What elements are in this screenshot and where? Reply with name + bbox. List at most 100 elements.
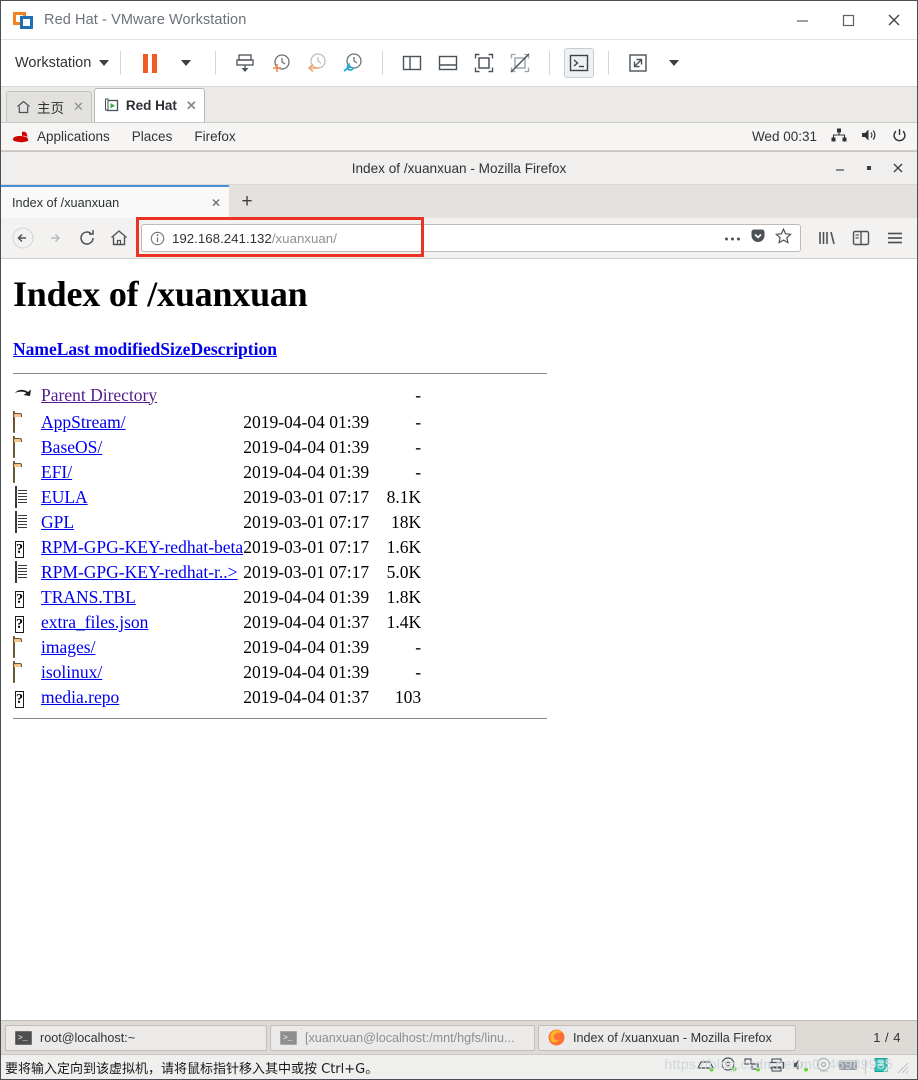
file-link[interactable]: RPM-GPG-KEY-redhat-r..>	[41, 562, 238, 582]
gnome-applications-menu[interactable]: Applications	[37, 129, 110, 144]
hard-disk-status-icon[interactable]	[697, 1058, 714, 1077]
volume-tray-icon[interactable]	[861, 128, 878, 145]
snapshot-manager-button[interactable]	[338, 48, 368, 78]
close-icon[interactable]: ✕	[211, 196, 221, 210]
gnome-clock[interactable]: Wed 00:31	[752, 129, 817, 144]
fullscreen-dropdown-button[interactable]	[659, 48, 689, 78]
ff-close-button[interactable]	[885, 155, 911, 181]
firefox-navigation-bar: 192.168.241.132/xuanxuan/	[1, 217, 917, 259]
hide-thumbnails-button[interactable]	[505, 48, 535, 78]
file-link[interactable]: RPM-GPG-KEY-redhat-beta	[41, 537, 243, 557]
take-snapshot-button[interactable]	[266, 48, 296, 78]
firefox-icon	[548, 1029, 565, 1046]
file-link[interactable]: TRANS.TBL	[41, 587, 136, 607]
browser-tab-index-of-xuanxuan[interactable]: Index of /xuanxuan ✕	[1, 185, 229, 218]
reload-icon	[80, 230, 94, 245]
taskbar-item-terminal-xuanxuan[interactable]: >_ [xuanxuan@localhost:/mnt/hgfs/linu...	[270, 1024, 535, 1051]
file-link[interactable]: isolinux/	[41, 662, 102, 682]
back-button[interactable]	[8, 223, 38, 253]
file-link[interactable]: extra_files.json	[41, 612, 148, 632]
forward-button[interactable]	[40, 223, 70, 253]
table-bottom-rule	[13, 718, 547, 719]
revert-snapshot-button[interactable]	[302, 48, 332, 78]
file-link[interactable]: Parent Directory	[41, 385, 157, 405]
suspend-button[interactable]	[135, 48, 165, 78]
keyboard-status-icon[interactable]	[838, 1058, 858, 1076]
firefox-title-bar: Index of /xuanxuan - Mozilla Firefox	[1, 152, 917, 185]
taskbar-item-terminal-root[interactable]: >_ root@localhost:~	[5, 1024, 267, 1051]
network-tray-icon[interactable]	[831, 128, 847, 145]
workstation-menu-button[interactable]: Workstation	[15, 55, 110, 71]
maximize-button[interactable]	[825, 1, 871, 39]
status-separator	[865, 1060, 866, 1074]
row-icon-cell	[13, 660, 41, 685]
resize-grip[interactable]	[896, 1061, 909, 1074]
row-date-cell: 2019-04-04 01:39	[243, 412, 370, 432]
workspace-indicator[interactable]: 1 / 4	[873, 1030, 913, 1045]
ff-minimize-button[interactable]	[827, 155, 853, 181]
close-button[interactable]	[871, 1, 917, 39]
power-tray-icon[interactable]	[892, 128, 907, 146]
column-header-name: Name	[13, 339, 57, 369]
arrow-back-icon	[12, 227, 34, 249]
minimize-button[interactable]	[779, 1, 825, 39]
reload-button[interactable]	[72, 223, 102, 253]
file-link[interactable]: GPL	[41, 512, 74, 532]
hamburger-menu-icon	[888, 232, 902, 244]
file-link[interactable]: AppStream/	[41, 412, 126, 432]
file-link[interactable]: BaseOS/	[41, 437, 102, 457]
usb-status-icon[interactable]	[816, 1057, 831, 1077]
url-bar-actions	[724, 227, 794, 249]
hamburger-menu-button[interactable]	[880, 223, 910, 253]
cd-drive-status-icon[interactable]	[721, 1057, 737, 1077]
file-link[interactable]: media.repo	[41, 687, 119, 707]
show-thumbnails-button[interactable]	[469, 48, 499, 78]
page-content: Index of /xuanxuan Name Last modified Si…	[1, 259, 917, 1020]
taskbar-item-firefox[interactable]: Index of /xuanxuan - Mozilla Firefox	[538, 1024, 796, 1051]
gnome-firefox-menu[interactable]: Firefox	[194, 129, 235, 144]
tab-home[interactable]: 主页 ✕	[6, 91, 92, 122]
sound-status-icon[interactable]	[792, 1058, 809, 1077]
power-dropdown-button[interactable]	[171, 48, 201, 78]
printer-status-icon[interactable]	[768, 1057, 785, 1077]
show-left-pane-button[interactable]	[397, 48, 427, 78]
chevron-down-icon	[99, 60, 110, 66]
row-size-cell: -	[415, 637, 422, 657]
sidebar-button[interactable]	[846, 223, 876, 253]
row-date-cell: 2019-03-01 07:17	[243, 537, 370, 557]
console-view-button[interactable]	[564, 48, 595, 78]
row-size-cell: 1.6K	[386, 537, 422, 557]
fullscreen-button[interactable]	[623, 48, 653, 78]
tab-home-close-icon[interactable]: ✕	[73, 99, 84, 115]
gnome-places-menu[interactable]: Places	[132, 129, 173, 144]
info-circle-icon[interactable]	[150, 231, 165, 246]
sort-by-description-link[interactable]: Description	[190, 339, 277, 359]
ellipsis-icon[interactable]	[724, 229, 741, 247]
new-tab-button[interactable]: +	[229, 185, 265, 218]
sort-by-name-link[interactable]: Name	[13, 339, 57, 359]
show-bottom-pane-button[interactable]	[433, 48, 463, 78]
vm-tab-strip: 主页 ✕ Red Hat ✕	[1, 87, 917, 123]
library-button[interactable]	[812, 223, 842, 253]
table-row: ? extra_files.json 2019-04-04 01:37 1.4K	[13, 610, 421, 635]
tab-red-hat[interactable]: Red Hat ✕	[93, 88, 205, 122]
url-input[interactable]: 192.168.241.132/xuanxuan/	[141, 224, 801, 252]
row-size-cell: -	[415, 384, 422, 405]
star-icon[interactable]	[775, 227, 792, 249]
home-button[interactable]	[104, 223, 134, 253]
row-size-cell: -	[415, 437, 422, 457]
sort-by-size-link[interactable]: Size	[160, 339, 190, 359]
manage-snapshots-button[interactable]	[230, 48, 260, 78]
expand-arrows-icon	[629, 54, 647, 72]
sort-by-date-link[interactable]: Last modified	[57, 339, 161, 359]
network-status-icon[interactable]	[744, 1057, 761, 1077]
tab-red-hat-close-icon[interactable]: ✕	[186, 98, 197, 114]
clock-wrench-icon	[343, 53, 362, 72]
file-link[interactable]: images/	[41, 637, 95, 657]
table-row: BaseOS/2019-04-04 01:39 -	[13, 435, 421, 460]
file-link[interactable]: EULA	[41, 487, 88, 507]
ff-maximize-button[interactable]	[856, 155, 882, 181]
vmware-tools-status-icon[interactable]	[873, 1057, 889, 1078]
pocket-icon[interactable]	[750, 228, 766, 249]
file-link[interactable]: EFI/	[41, 462, 72, 482]
